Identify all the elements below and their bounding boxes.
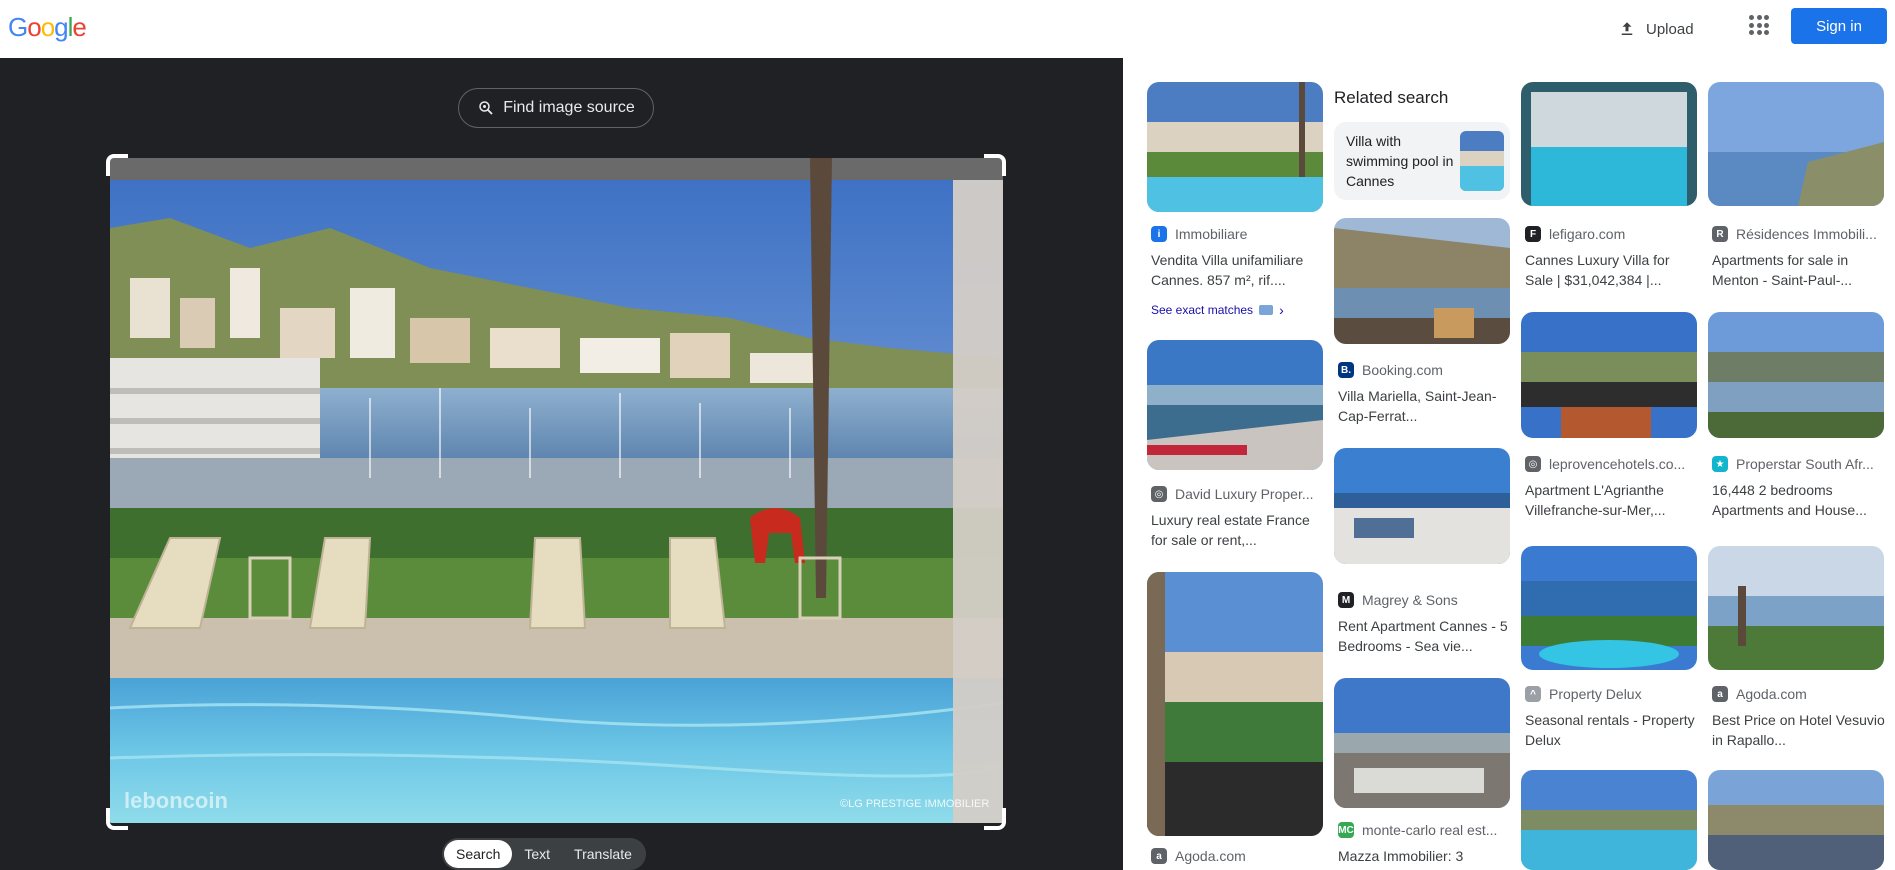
lens-image-panel: Find image source leboncoin ©LG PRESTIGE…: [0, 58, 1123, 870]
result-title[interactable]: Villa Mariella, Saint-Jean-Cap-Ferrat...: [1338, 386, 1514, 426]
image-icon: [1259, 305, 1274, 315]
find-image-source-label: Find image source: [503, 99, 635, 116]
upload-label: Upload: [1646, 20, 1694, 38]
related-search-chip[interactable]: Villa with swimming pool in Cannes: [1334, 122, 1510, 200]
find-image-source-button[interactable]: Find image source: [458, 88, 654, 128]
lens-search-icon: [479, 101, 493, 115]
favicon: MC: [1338, 822, 1354, 838]
result-thumbnail[interactable]: [1147, 572, 1323, 836]
result-title[interactable]: Best Price on Hotel Vesuvio in Rapallo..…: [1712, 710, 1888, 750]
favicon: ^: [1525, 686, 1541, 702]
upload-button[interactable]: Upload: [1618, 14, 1694, 44]
logo-letter: G: [8, 12, 28, 42]
top-bar: Google Upload Sign in: [0, 0, 1895, 58]
sign-in-button[interactable]: Sign in: [1791, 8, 1887, 44]
result-thumbnail[interactable]: [1708, 82, 1884, 206]
favicon: R: [1712, 226, 1728, 242]
lens-mode-selector: Search Text Translate: [442, 838, 646, 870]
favicon: B.: [1338, 362, 1354, 378]
result-source[interactable]: ★ Properstar South Afr...: [1712, 456, 1888, 472]
favicon: F: [1525, 226, 1541, 242]
logo-letter: g: [54, 12, 69, 42]
result-thumbnail[interactable]: [1521, 82, 1697, 206]
favicon: i: [1151, 226, 1167, 242]
apps-grid-icon[interactable]: [1749, 15, 1769, 35]
result-title[interactable]: 16,448 2 bedrooms Apartments and House..…: [1712, 480, 1888, 520]
watermark-credit: ©LG PRESTIGE IMMOBILIER: [840, 798, 990, 810]
crop-handle-top-right[interactable]: [984, 154, 1006, 176]
favicon: M: [1338, 592, 1354, 608]
logo-letter: o: [27, 12, 42, 42]
mode-tab-text[interactable]: Text: [512, 840, 562, 868]
result-source[interactable]: ^ Property Delux: [1525, 686, 1701, 702]
logo-letter: e: [72, 12, 87, 42]
favicon: ◎: [1151, 486, 1167, 502]
favicon: ◎: [1525, 456, 1541, 472]
result-thumbnail[interactable]: [1708, 546, 1884, 670]
result-thumbnail[interactable]: [1334, 448, 1510, 564]
result-thumbnail[interactable]: [1147, 340, 1323, 470]
result-source[interactable]: a Agoda.com: [1712, 686, 1888, 702]
result-source[interactable]: ◎ leprovencehotels.co...: [1525, 456, 1701, 472]
result-title[interactable]: Mazza Immobilier: 3: [1338, 846, 1514, 870]
result-thumbnail[interactable]: [1147, 82, 1323, 212]
result-source[interactable]: M Magrey & Sons: [1338, 592, 1514, 608]
google-logo[interactable]: Google: [8, 12, 87, 43]
related-search-thumbnail: [1460, 131, 1504, 191]
watermark-leboncoin: leboncoin: [124, 788, 228, 813]
upload-icon: [1621, 22, 1633, 35]
result-title[interactable]: Vendita Villa unifamiliare Cannes. 857 m…: [1151, 250, 1327, 290]
favicon: ★: [1712, 456, 1728, 472]
result-source[interactable]: ◎ David Luxury Proper...: [1151, 486, 1327, 502]
logo-letter: o: [40, 12, 56, 42]
related-search-heading: Related search: [1334, 88, 1449, 107]
favicon: a: [1712, 686, 1728, 702]
visual-matches-panel: i Immobiliare Vendita Villa unifamiliare…: [1123, 58, 1895, 870]
result-title[interactable]: Luxury real estate France for sale or re…: [1151, 510, 1327, 550]
result-title[interactable]: Apartment L'Agrianthe Villefranche-sur-M…: [1525, 480, 1701, 520]
result-title[interactable]: Seasonal rentals - Property Delux: [1525, 710, 1701, 750]
query-image[interactable]: [110, 158, 1003, 823]
crop-handle-top-left[interactable]: [106, 154, 128, 176]
result-thumbnail[interactable]: [1334, 678, 1510, 808]
result-source[interactable]: R Résidences Immobili...: [1712, 226, 1888, 242]
result-source[interactable]: F lefigaro.com: [1525, 226, 1701, 242]
result-source[interactable]: B. Booking.com: [1338, 362, 1514, 378]
result-thumbnail[interactable]: [1521, 546, 1697, 670]
result-thumbnail[interactable]: [1521, 770, 1697, 870]
result-thumbnail[interactable]: [1708, 312, 1884, 438]
result-thumbnail[interactable]: [1521, 312, 1697, 438]
result-title[interactable]: Rent Apartment Cannes - 5 Bedrooms - Sea…: [1338, 616, 1514, 656]
result-title[interactable]: Cannes Luxury Villa for Sale | $31,042,3…: [1525, 250, 1701, 290]
see-exact-matches-link[interactable]: See exact matches ›: [1151, 302, 1284, 318]
result-title[interactable]: Apartments for sale in Menton - Saint-Pa…: [1712, 250, 1888, 290]
mode-tab-translate[interactable]: Translate: [562, 840, 644, 868]
result-thumbnail[interactable]: [1708, 770, 1884, 870]
mode-tab-search[interactable]: Search: [444, 840, 513, 868]
related-search-query: Villa with swimming pool in Cannes: [1346, 133, 1454, 189]
result-source[interactable]: MC monte-carlo real est...: [1338, 822, 1514, 838]
favicon: a: [1151, 848, 1167, 864]
chevron-right-icon: ›: [1279, 302, 1284, 318]
result-source[interactable]: i Immobiliare: [1151, 226, 1327, 242]
result-source[interactable]: a Agoda.com: [1151, 848, 1327, 864]
result-thumbnail[interactable]: [1334, 218, 1510, 344]
crop-handle-bottom-right[interactable]: [984, 808, 1006, 830]
